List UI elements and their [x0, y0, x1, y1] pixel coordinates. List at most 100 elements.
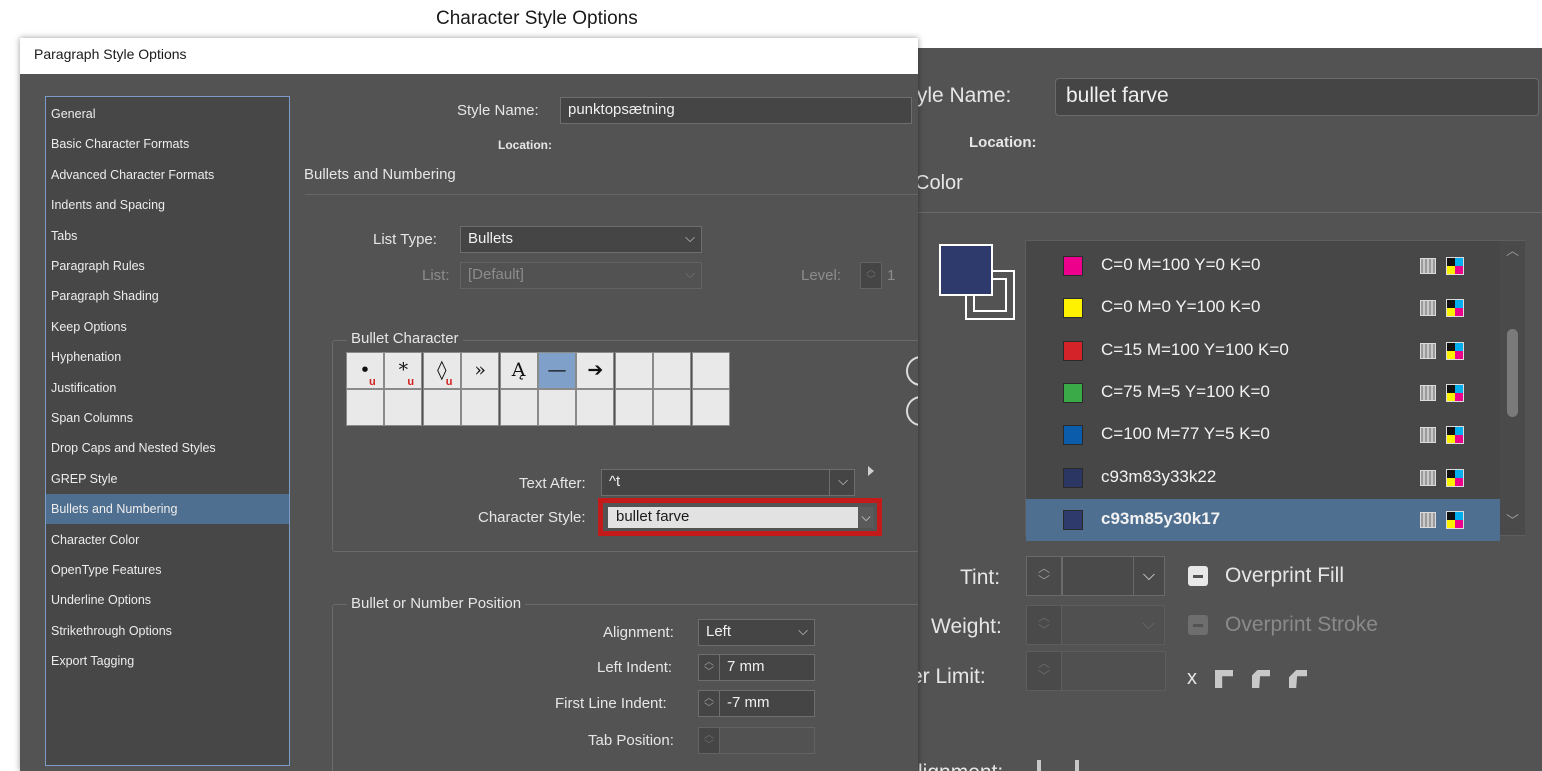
- empty-bullet-cell[interactable]: [691, 352, 730, 389]
- tint-stepper[interactable]: ︿ ﹀: [1026, 556, 1062, 596]
- tab-position-stepper[interactable]: ︿ ﹀: [698, 727, 720, 754]
- left-indent-stepper[interactable]: ︿ ﹀: [698, 654, 720, 681]
- category-item[interactable]: Span Columns: [46, 403, 289, 433]
- bevel-join-icon[interactable]: [1289, 670, 1307, 688]
- category-item[interactable]: OpenType Features: [46, 555, 289, 585]
- category-item[interactable]: Advanced Character Formats: [46, 160, 289, 190]
- swatch-list-scrollbar[interactable]: ︿ ﹀: [1500, 241, 1525, 535]
- cmyk-mode-icon: [1446, 257, 1464, 275]
- empty-bullet-cell[interactable]: [614, 389, 653, 426]
- miter-limit-stepper[interactable]: ︿ ﹀: [1026, 651, 1062, 691]
- category-item[interactable]: Underline Options: [46, 585, 289, 615]
- category-item[interactable]: Paragraph Rules: [46, 251, 289, 281]
- left-indent-input[interactable]: 7 mm: [719, 654, 815, 681]
- first-line-indent-label: First Line Indent:: [555, 695, 667, 712]
- left-indent-label: Left Indent:: [597, 659, 673, 676]
- text-after-input[interactable]: ^t: [601, 469, 831, 496]
- round-join-icon[interactable]: [1252, 670, 1270, 688]
- para-location-label: Location:: [498, 138, 552, 152]
- swatch-name: C=0 M=0 Y=100 K=0: [1101, 297, 1261, 317]
- overprint-stroke-checkbox[interactable]: [1188, 615, 1208, 635]
- swatch-row[interactable]: C=100 M=77 Y=5 K=0: [1026, 414, 1500, 456]
- bullet-glyph-cell[interactable]: * u: [384, 352, 423, 389]
- weight-dropdown-chevron-icon[interactable]: ⌵: [1133, 605, 1165, 645]
- empty-bullet-cell[interactable]: [346, 389, 384, 426]
- swatch-color-chip: [1063, 467, 1083, 488]
- miter-limit-field[interactable]: [1062, 651, 1166, 691]
- empty-bullet-cell[interactable]: [653, 389, 692, 426]
- swatch-list[interactable]: C=0 M=100 Y=0 K=0 C=0 M=0 Y=100 K=0 C=15 M…: [1025, 240, 1525, 541]
- char-section-separator: [905, 212, 1542, 213]
- empty-bullet-cell[interactable]: [461, 389, 500, 426]
- category-item[interactable]: Export Tagging: [46, 646, 289, 676]
- alignment-select[interactable]: Left ⌵: [698, 619, 815, 646]
- level-value[interactable]: 1: [887, 267, 895, 284]
- overprint-stroke-label: Overprint Stroke: [1225, 613, 1378, 636]
- category-item[interactable]: Keep Options: [46, 312, 289, 342]
- category-item[interactable]: Bullets and Numbering: [46, 494, 289, 525]
- para-style-name-input[interactable]: punktopsætning: [560, 97, 912, 124]
- text-after-dropdown[interactable]: ⌵: [829, 469, 855, 496]
- bullet-glyph-cell[interactable]: »: [461, 352, 500, 389]
- category-item[interactable]: Indents and Spacing: [46, 190, 289, 220]
- align-center-stroke-icon[interactable]: [1037, 760, 1055, 771]
- level-stepper[interactable]: ︿ ﹀: [860, 262, 882, 289]
- empty-bullet-cell[interactable]: [653, 352, 692, 389]
- miter-join-icon[interactable]: [1215, 670, 1233, 688]
- fill-swatch-icon[interactable]: [939, 244, 993, 296]
- scroll-up-icon[interactable]: ︿: [1506, 244, 1519, 257]
- first-line-indent-input[interactable]: -7 mm: [719, 690, 815, 717]
- category-item[interactable]: Hyphenation: [46, 342, 289, 372]
- align-inside-stroke-icon[interactable]: [1075, 760, 1093, 771]
- weight-field[interactable]: [1062, 605, 1134, 645]
- category-item[interactable]: Justification: [46, 373, 289, 403]
- overprint-fill-checkbox[interactable]: [1188, 566, 1208, 586]
- category-item[interactable]: Basic Character Formats: [46, 129, 289, 159]
- character-style-select[interactable]: bullet farve: [608, 507, 874, 528]
- weight-stepper[interactable]: ︿ ﹀: [1026, 605, 1062, 645]
- swatch-row[interactable]: C=0 M=0 Y=100 K=0: [1026, 287, 1500, 329]
- bullet-glyph-cell[interactable]: Ą: [499, 352, 538, 389]
- category-item[interactable]: General: [46, 99, 289, 129]
- tint-dropdown-chevron-icon[interactable]: ⌵: [1133, 556, 1165, 596]
- empty-bullet-cell[interactable]: [384, 389, 423, 426]
- category-item[interactable]: Drop Caps and Nested Styles: [46, 433, 289, 463]
- swatch-row[interactable]: C=0 M=100 Y=0 K=0: [1026, 245, 1500, 287]
- category-item[interactable]: Character Color: [46, 525, 289, 555]
- category-item[interactable]: Tabs: [46, 221, 289, 251]
- bullet-glyph: ➔: [587, 359, 604, 381]
- chevron-down-icon[interactable]: ⌵: [858, 507, 874, 528]
- list-type-select[interactable]: Bullets ⌵: [460, 226, 702, 253]
- swatch-row[interactable]: C=75 M=5 Y=100 K=0: [1026, 372, 1500, 414]
- empty-bullet-cell[interactable]: [691, 389, 730, 426]
- insert-special-arrow-icon[interactable]: [868, 466, 874, 476]
- swatch-row[interactable]: c93m83y33k22: [1026, 457, 1500, 499]
- process-color-icon: [1420, 384, 1436, 401]
- swatch-row[interactable]: C=15 M=100 Y=100 K=0: [1026, 330, 1500, 372]
- bullet-glyph: —: [547, 359, 567, 381]
- tint-field[interactable]: [1062, 556, 1134, 596]
- bullet-glyph-cell[interactable]: ➔: [576, 352, 615, 389]
- bullet-glyph-cell[interactable]: • u: [346, 352, 384, 389]
- list-type-value: Bullets: [468, 230, 514, 247]
- char-style-name-input[interactable]: bullet farve: [1055, 78, 1539, 116]
- level-label: Level:: [801, 267, 842, 284]
- scroll-down-icon[interactable]: ﹀: [1506, 514, 1519, 527]
- empty-bullet-cell[interactable]: [499, 389, 538, 426]
- category-item[interactable]: Paragraph Shading: [46, 281, 289, 311]
- empty-bullet-cell[interactable]: [614, 352, 653, 389]
- category-list[interactable]: General Basic Character Formats Advanced C…: [45, 96, 290, 766]
- tab-position-input[interactable]: [719, 727, 815, 754]
- scrollbar-thumb[interactable]: [1507, 329, 1518, 417]
- empty-bullet-cell[interactable]: [538, 389, 576, 426]
- empty-bullet-cell[interactable]: [576, 389, 615, 426]
- empty-bullet-cell[interactable]: [422, 389, 461, 426]
- category-item[interactable]: GREP Style: [46, 464, 289, 494]
- swatch-color-chip: [1063, 298, 1083, 319]
- first-line-indent-stepper[interactable]: ︿ ﹀: [698, 690, 720, 717]
- list-select[interactable]: [Default] ⌵: [460, 262, 702, 289]
- bullet-glyph-cell[interactable]: ◊ u: [422, 352, 461, 389]
- swatch-row[interactable]: c93m85y30k17: [1026, 498, 1500, 541]
- category-item[interactable]: Strikethrough Options: [46, 616, 289, 646]
- bullet-glyph-cell[interactable]: —: [538, 352, 576, 389]
